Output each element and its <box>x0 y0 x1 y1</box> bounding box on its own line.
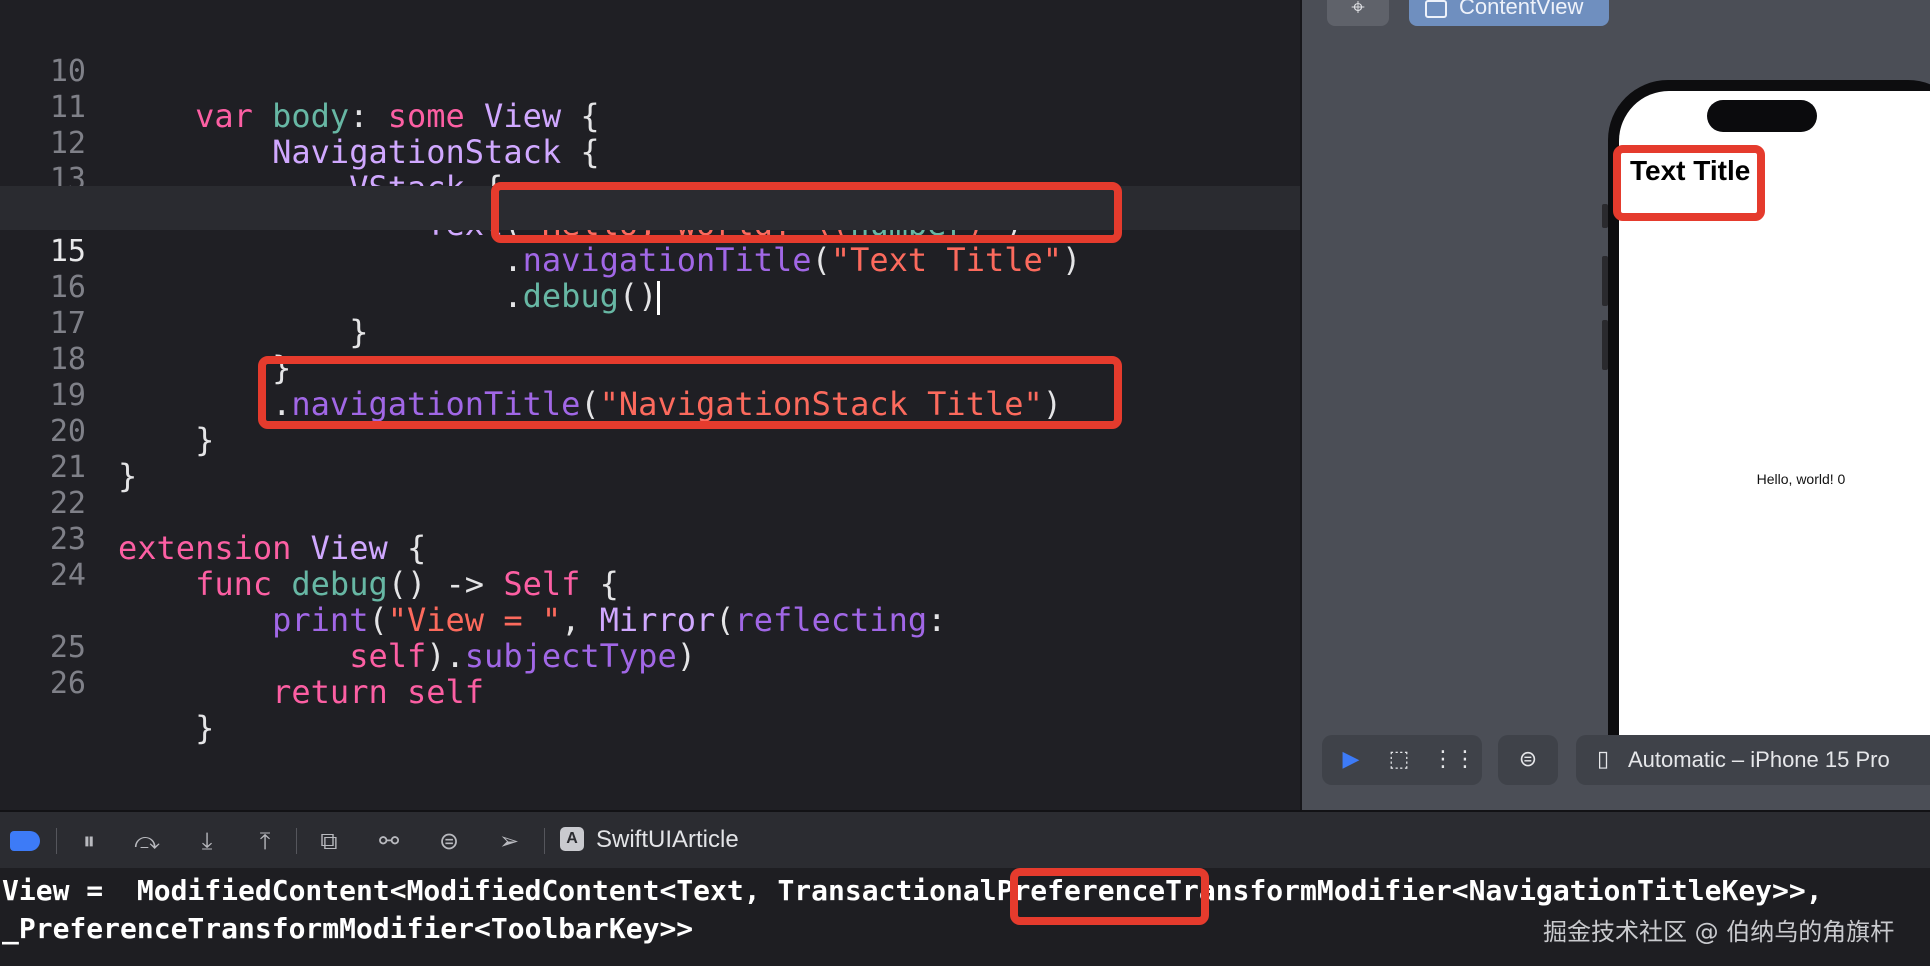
live-preview-icon[interactable]: ▶ <box>1336 745 1366 775</box>
target-name: SwiftUIArticle <box>596 826 739 853</box>
code-text[interactable]: } <box>118 706 214 750</box>
environment-overrides-icon[interactable]: ⊜ <box>432 824 466 858</box>
toggle-settings-icon[interactable]: ⊜ <box>1513 745 1543 775</box>
line-number: 26 <box>49 666 86 701</box>
highlight-box-navigationstack-title <box>258 356 1122 429</box>
pause-icon[interactable]: ⏸ <box>72 824 106 858</box>
view-hierarchy-icon[interactable]: ⧉ <box>312 824 346 858</box>
location-icon[interactable]: ➢ <box>492 824 526 858</box>
tab-label: ContentView <box>1459 0 1584 19</box>
iphone-icon: ▯ <box>1596 747 1610 772</box>
console-output-line: _PreferenceTransformModifier<ToolbarKey>… <box>2 912 694 945</box>
divider <box>296 828 297 854</box>
phone-side-button <box>1602 256 1608 306</box>
tab-contentview[interactable]: ContentView <box>1409 0 1609 26</box>
code-editor[interactable]: 10 var body: some View { 11 NavigationSt… <box>0 0 1300 810</box>
phone-side-button <box>1602 320 1608 370</box>
step-into-icon[interactable]: ⤓ <box>190 824 224 858</box>
step-out-icon[interactable]: ⤒ <box>248 824 282 858</box>
divider <box>544 828 545 854</box>
settings-bar: ⊜ <box>1498 735 1558 785</box>
selectable-mode-icon[interactable]: ⬚ <box>1384 745 1414 775</box>
preview-mode-bar: ▶ ⬚ ⋮⋮ <box>1322 735 1482 785</box>
dynamic-island <box>1707 100 1817 132</box>
debug-console[interactable]: View = ModifiedContent<ModifiedContent<T… <box>0 868 1930 966</box>
pin-icon[interactable]: ⌖ <box>1327 0 1389 26</box>
hello-world-text: Hello, world! 0 <box>1756 471 1846 487</box>
console-output-line: View = ModifiedContent<ModifiedContent<T… <box>2 874 1823 907</box>
variants-grid-icon[interactable]: ⋮⋮ <box>1432 745 1476 775</box>
breakpoints-toggle-icon[interactable] <box>10 831 40 851</box>
highlight-box-preview-title <box>1613 145 1765 221</box>
debug-toolbar: ⏸ ⤼ ⤓ ⤒ ⧉ ⚯ ⊜ ➢ A SwiftUIArticle <box>0 810 1930 868</box>
device-label: Automatic – iPhone 15 Pro <box>1628 747 1890 772</box>
highlight-box-preference <box>1010 868 1209 925</box>
step-over-icon[interactable]: ⤼ <box>130 824 164 858</box>
preview-canvas: ⌖ ContentView Text Title Hello, world! 0… <box>1300 0 1930 810</box>
watermark: 掘金技术社区 @ 伯纳乌的角旗杆 <box>1543 918 1895 946</box>
divider <box>56 828 57 854</box>
app-target-icon: A <box>560 827 584 851</box>
window-icon <box>1425 0 1447 18</box>
memory-graph-icon[interactable]: ⚯ <box>372 824 406 858</box>
phone-side-button <box>1602 204 1608 228</box>
device-selector[interactable]: ▯ Automatic – iPhone 15 Pro <box>1576 735 1930 785</box>
code-line[interactable]: 26 } <box>0 618 1300 747</box>
highlight-box-text-title <box>491 182 1122 243</box>
